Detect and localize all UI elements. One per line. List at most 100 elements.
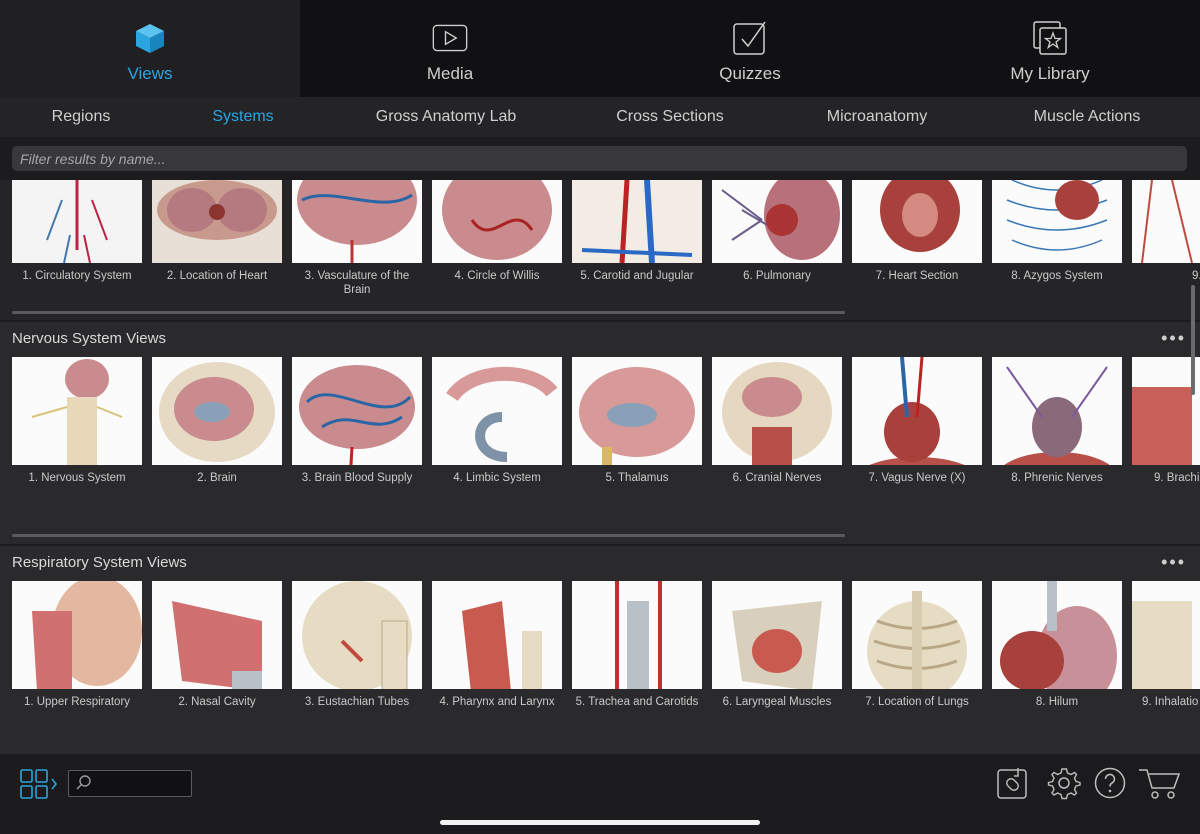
tab-media-label: Media xyxy=(426,64,474,83)
thumbnail-circle-of-willis xyxy=(432,180,562,263)
view-card[interactable]: 5. Trachea and Carotids xyxy=(572,581,702,731)
view-card[interactable]: 1. Upper Respiratory xyxy=(12,581,142,731)
view-card-title: 2. Nasal Cavity xyxy=(178,696,256,708)
thumbnail-location-of-lungs xyxy=(852,581,982,689)
thumbnail-brain xyxy=(152,357,282,465)
view-card-title: 9. Brachi xyxy=(1154,472,1200,484)
subtab-microanatomy[interactable]: Microanatomy xyxy=(827,97,927,137)
view-card[interactable]: 6. Cranial Nerves xyxy=(712,357,842,507)
tab-quizzes[interactable]: Quizzes xyxy=(600,0,900,97)
filter-input[interactable] xyxy=(12,146,1187,171)
view-card-title: 2. Brain xyxy=(197,472,237,484)
view-card[interactable]: 6. Pulmonary xyxy=(712,180,842,320)
view-card-title: 4. Pharynx and Larynx xyxy=(439,696,555,708)
section-title: Respiratory System Views xyxy=(12,554,187,571)
quick-search-field[interactable] xyxy=(68,770,192,797)
view-card-title: 9. Inhalatio xyxy=(1142,696,1199,708)
subtab-systems[interactable]: Systems xyxy=(212,97,273,137)
view-card-title: 8. Azygos System xyxy=(1011,270,1103,282)
view-card[interactable]: 7. Location of Lungs xyxy=(852,581,982,731)
settings-gear-icon[interactable] xyxy=(1047,766,1081,805)
view-card[interactable]: 5. Thalamus xyxy=(572,357,702,507)
cart-icon[interactable] xyxy=(1138,766,1182,805)
thumbnail-vagus-nerve xyxy=(852,357,982,465)
thumbnail-upper-respiratory xyxy=(12,581,142,689)
view-card[interactable]: 3. Vasculature of the Brain xyxy=(292,180,422,320)
view-card[interactable]: 3. Brain Blood Supply xyxy=(292,357,422,507)
view-card-title: 8. Phrenic Nerves xyxy=(1011,472,1103,484)
view-card[interactable]: 3. Eustachian Tubes xyxy=(292,581,422,731)
thumbnail-phrenic-nerves xyxy=(992,357,1122,465)
view-card-title: 3. Eustachian Tubes xyxy=(304,696,410,708)
view-card-title: 4. Circle of Willis xyxy=(454,270,540,282)
view-card[interactable]: 7. Heart Section xyxy=(852,180,982,320)
thumbnail-hilum xyxy=(992,581,1122,689)
thumbnail-eustachian-tubes xyxy=(292,581,422,689)
view-card[interactable]: 2. Nasal Cavity xyxy=(152,581,282,731)
thumbnail-circulatory-system xyxy=(12,180,142,263)
views-row-respiratory: 1. Upper Respiratory 2. Nasal Cavity 3. … xyxy=(12,581,1200,731)
more-options-icon[interactable]: ••• xyxy=(1161,328,1186,349)
sub-tab-bar: Regions Systems Gross Anatomy Lab Cross … xyxy=(0,97,1200,137)
view-card-title: 3. Vasculature of the Brain xyxy=(304,270,410,296)
view-card[interactable]: 9. Brachi xyxy=(1132,357,1200,507)
subtab-muscle-actions[interactable]: Muscle Actions xyxy=(1034,97,1141,137)
help-icon[interactable] xyxy=(1093,766,1127,805)
view-card[interactable]: 4. Limbic System xyxy=(432,357,562,507)
more-options-icon[interactable]: ••• xyxy=(1161,552,1186,573)
thumbnail-pulmonary xyxy=(712,180,842,263)
thumbnail-trachea-carotids xyxy=(572,581,702,689)
view-card-title: 6. Pulmonary xyxy=(743,270,811,282)
view-card[interactable]: 4. Circle of Willis xyxy=(432,180,562,320)
view-card[interactable]: 9. Ve xyxy=(1132,180,1200,320)
view-card[interactable]: 2. Location of Heart xyxy=(152,180,282,320)
quiz-check-icon xyxy=(732,20,768,56)
thumbnail-carotid-jugular xyxy=(572,180,702,263)
thumbnail-partial-9 xyxy=(1132,180,1200,263)
section-cardiovascular: 1. Circulatory System 2. Location of Hea… xyxy=(0,180,1200,320)
thumbnail-nasal-cavity xyxy=(152,581,282,689)
horizontal-scrollbar[interactable] xyxy=(12,311,845,314)
views-row-nervous: 1. Nervous System 2. Brain 3. Brain Bloo… xyxy=(12,357,1200,507)
tab-views[interactable]: Views xyxy=(0,0,300,97)
thumbnail-location-of-heart xyxy=(152,180,282,263)
view-card-title: 5. Carotid and Jugular xyxy=(580,270,694,282)
tab-my-library[interactable]: My Library xyxy=(900,0,1200,97)
subtab-regions[interactable]: Regions xyxy=(52,97,111,137)
view-card[interactable]: 9. Inhalatio xyxy=(1132,581,1200,731)
view-card-title: 7. Vagus Nerve (X) xyxy=(868,472,966,484)
home-indicator[interactable] xyxy=(440,820,760,825)
view-card[interactable]: 6. Laryngeal Muscles xyxy=(712,581,842,731)
view-card[interactable]: 5. Carotid and Jugular xyxy=(572,180,702,320)
section-respiratory-system: Respiratory System Views ••• 1. Upper Re… xyxy=(0,546,1200,754)
horizontal-scrollbar[interactable] xyxy=(12,534,845,537)
view-card-title: 1. Upper Respiratory xyxy=(23,696,131,708)
view-card[interactable]: 7. Vagus Nerve (X) xyxy=(852,357,982,507)
tab-views-label: Views xyxy=(127,64,173,83)
bookmark-link-icon[interactable] xyxy=(996,766,1030,805)
top-tab-bar: Views Media Quizzes My Library xyxy=(0,0,1200,97)
search-icon xyxy=(75,774,93,797)
view-card-title: 8. Hilum xyxy=(1035,696,1079,708)
thumbnail-azygos-system xyxy=(992,180,1122,263)
thumbnail-laryngeal-muscles xyxy=(712,581,842,689)
view-card[interactable]: 1. Circulatory System xyxy=(12,180,142,320)
subtab-cross-sections[interactable]: Cross Sections xyxy=(616,97,724,137)
view-card[interactable]: 8. Azygos System xyxy=(992,180,1122,320)
tab-my-library-label: My Library xyxy=(1010,64,1090,83)
cube-icon xyxy=(132,20,168,56)
view-card[interactable]: 8. Hilum xyxy=(992,581,1122,731)
thumbnail-nervous-system xyxy=(12,357,142,465)
thumbnail-brain-blood-supply xyxy=(292,357,422,465)
subtab-gross-anatomy-lab[interactable]: Gross Anatomy Lab xyxy=(376,97,517,137)
view-card[interactable]: 2. Brain xyxy=(152,357,282,507)
view-card[interactable]: 1. Nervous System xyxy=(12,357,142,507)
view-card[interactable]: 4. Pharynx and Larynx xyxy=(432,581,562,731)
view-card-title: 4. Limbic System xyxy=(453,472,541,484)
thumbnail-cranial-nerves xyxy=(712,357,842,465)
tab-media[interactable]: Media xyxy=(300,0,600,97)
vertical-scrollbar[interactable] xyxy=(1191,285,1195,395)
view-card-title: 1. Circulatory System xyxy=(22,270,132,282)
view-card[interactable]: 8. Phrenic Nerves xyxy=(992,357,1122,507)
grid-view-icon[interactable] xyxy=(20,769,60,804)
